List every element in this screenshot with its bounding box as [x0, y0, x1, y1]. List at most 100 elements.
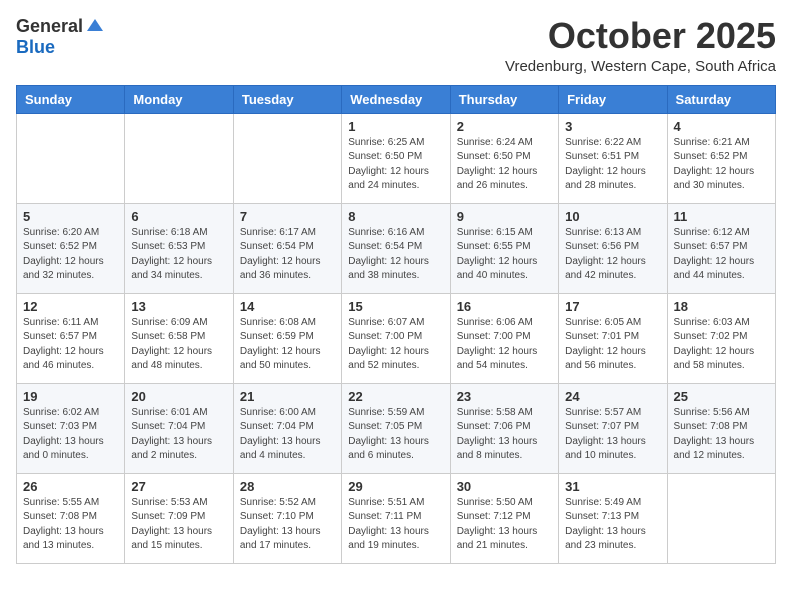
month-title: October 2025 — [505, 16, 776, 56]
table-row: 28Sunrise: 5:52 AM Sunset: 7:10 PM Dayli… — [233, 473, 341, 563]
day-info: Sunrise: 5:50 AM Sunset: 7:12 PM Dayligh… — [457, 496, 552, 554]
day-info: Sunrise: 6:12 AM Sunset: 6:57 PM Dayligh… — [674, 226, 769, 284]
day-number: 5 — [23, 209, 118, 224]
day-number: 12 — [23, 299, 118, 314]
table-row: 26Sunrise: 5:55 AM Sunset: 7:08 PM Dayli… — [17, 473, 125, 563]
day-info: Sunrise: 6:24 AM Sunset: 6:50 PM Dayligh… — [457, 136, 552, 194]
table-row: 30Sunrise: 5:50 AM Sunset: 7:12 PM Dayli… — [450, 473, 558, 563]
day-number: 17 — [565, 299, 660, 314]
logo-blue: Blue — [16, 37, 55, 57]
day-number: 8 — [348, 209, 443, 224]
table-row — [17, 113, 125, 203]
weekday-header-friday: Friday — [559, 85, 667, 113]
calendar-row-4: 26Sunrise: 5:55 AM Sunset: 7:08 PM Dayli… — [17, 473, 776, 563]
day-info: Sunrise: 6:05 AM Sunset: 7:01 PM Dayligh… — [565, 316, 660, 374]
day-info: Sunrise: 6:07 AM Sunset: 7:00 PM Dayligh… — [348, 316, 443, 374]
table-row: 10 Sunrise: 6:13 AM Sunset: 6:56 PM Dayli… — [559, 203, 667, 293]
weekday-header-monday: Monday — [125, 85, 233, 113]
table-row — [667, 473, 775, 563]
day-info: Sunrise: 6:16 AM Sunset: 6:54 PM Dayligh… — [348, 226, 443, 284]
day-number: 9 — [457, 209, 552, 224]
calendar-row-0: 1Sunrise: 6:25 AM Sunset: 6:50 PM Daylig… — [17, 113, 776, 203]
day-info: Sunrise: 6:09 AM Sunset: 6:58 PM Dayligh… — [131, 316, 226, 374]
weekday-header-tuesday: Tuesday — [233, 85, 341, 113]
day-number: 11 — [674, 209, 769, 224]
day-number: 20 — [131, 389, 226, 404]
calendar: SundayMondayTuesdayWednesdayThursdayFrid… — [16, 85, 776, 564]
day-number: 27 — [131, 479, 226, 494]
table-row: 11 Sunrise: 6:12 AM Sunset: 6:57 PM Dayli… — [667, 203, 775, 293]
day-info: Sunrise: 6:13 AM Sunset: 6:56 PM Dayligh… — [565, 226, 660, 284]
logo-general: General — [16, 16, 83, 37]
day-info: Sunrise: 6:25 AM Sunset: 6:50 PM Dayligh… — [348, 136, 443, 194]
weekday-header-saturday: Saturday — [667, 85, 775, 113]
weekday-header-sunday: Sunday — [17, 85, 125, 113]
header: General Blue October 2025 Vredenburg, We… — [16, 16, 776, 75]
table-row — [233, 113, 341, 203]
table-row: 15 Sunrise: 6:07 AM Sunset: 7:00 PM Dayli… — [342, 293, 450, 383]
logo-icon — [85, 17, 105, 37]
day-number: 29 — [348, 479, 443, 494]
table-row: 14 Sunrise: 6:08 AM Sunset: 6:59 PM Dayli… — [233, 293, 341, 383]
calendar-row-2: 12 Sunrise: 6:11 AM Sunset: 6:57 PM Dayli… — [17, 293, 776, 383]
day-number: 14 — [240, 299, 335, 314]
day-info: Sunrise: 5:49 AM Sunset: 7:13 PM Dayligh… — [565, 496, 660, 554]
day-number: 4 — [674, 119, 769, 134]
table-row: 8 Sunrise: 6:16 AM Sunset: 6:54 PM Daylig… — [342, 203, 450, 293]
table-row: 12 Sunrise: 6:11 AM Sunset: 6:57 PM Dayli… — [17, 293, 125, 383]
day-number: 16 — [457, 299, 552, 314]
day-number: 10 — [565, 209, 660, 224]
logo: General Blue — [16, 16, 105, 58]
day-info: Sunrise: 5:58 AM Sunset: 7:06 PM Dayligh… — [457, 406, 552, 464]
day-info: Sunrise: 6:22 AM Sunset: 6:51 PM Dayligh… — [565, 136, 660, 194]
day-number: 2 — [457, 119, 552, 134]
table-row: 23 Sunrise: 5:58 AM Sunset: 7:06 PM Dayli… — [450, 383, 558, 473]
day-info: Sunrise: 5:53 AM Sunset: 7:09 PM Dayligh… — [131, 496, 226, 554]
day-info: Sunrise: 5:57 AM Sunset: 7:07 PM Dayligh… — [565, 406, 660, 464]
day-info: Sunrise: 6:06 AM Sunset: 7:00 PM Dayligh… — [457, 316, 552, 374]
table-row: 13 Sunrise: 6:09 AM Sunset: 6:58 PM Dayli… — [125, 293, 233, 383]
day-number: 19 — [23, 389, 118, 404]
table-row: 6 Sunrise: 6:18 AM Sunset: 6:53 PM Daylig… — [125, 203, 233, 293]
table-row: 17 Sunrise: 6:05 AM Sunset: 7:01 PM Dayli… — [559, 293, 667, 383]
day-number: 15 — [348, 299, 443, 314]
title-area: October 2025 Vredenburg, Western Cape, S… — [505, 16, 776, 75]
day-info: Sunrise: 6:15 AM Sunset: 6:55 PM Dayligh… — [457, 226, 552, 284]
day-info: Sunrise: 5:56 AM Sunset: 7:08 PM Dayligh… — [674, 406, 769, 464]
day-number: 28 — [240, 479, 335, 494]
day-info: Sunrise: 6:03 AM Sunset: 7:02 PM Dayligh… — [674, 316, 769, 374]
calendar-row-3: 19Sunrise: 6:02 AM Sunset: 7:03 PM Dayli… — [17, 383, 776, 473]
table-row: 21 Sunrise: 6:00 AM Sunset: 7:04 PM Dayli… — [233, 383, 341, 473]
calendar-row-1: 5 Sunrise: 6:20 AM Sunset: 6:52 PM Daylig… — [17, 203, 776, 293]
day-number: 7 — [240, 209, 335, 224]
day-info: Sunrise: 6:00 AM Sunset: 7:04 PM Dayligh… — [240, 406, 335, 464]
day-number: 3 — [565, 119, 660, 134]
day-info: Sunrise: 6:08 AM Sunset: 6:59 PM Dayligh… — [240, 316, 335, 374]
day-number: 26 — [23, 479, 118, 494]
day-number: 21 — [240, 389, 335, 404]
table-row: 4 Sunrise: 6:21 AM Sunset: 6:52 PM Daylig… — [667, 113, 775, 203]
table-row: 1Sunrise: 6:25 AM Sunset: 6:50 PM Daylig… — [342, 113, 450, 203]
subtitle: Vredenburg, Western Cape, South Africa — [505, 58, 776, 75]
table-row: 2 Sunrise: 6:24 AM Sunset: 6:50 PM Daylig… — [450, 113, 558, 203]
day-info: Sunrise: 5:51 AM Sunset: 7:11 PM Dayligh… — [348, 496, 443, 554]
day-info: Sunrise: 6:17 AM Sunset: 6:54 PM Dayligh… — [240, 226, 335, 284]
day-info: Sunrise: 6:21 AM Sunset: 6:52 PM Dayligh… — [674, 136, 769, 194]
table-row: 7 Sunrise: 6:17 AM Sunset: 6:54 PM Daylig… — [233, 203, 341, 293]
day-info: Sunrise: 6:11 AM Sunset: 6:57 PM Dayligh… — [23, 316, 118, 374]
day-info: Sunrise: 6:01 AM Sunset: 7:04 PM Dayligh… — [131, 406, 226, 464]
day-info: Sunrise: 6:18 AM Sunset: 6:53 PM Dayligh… — [131, 226, 226, 284]
day-info: Sunrise: 5:59 AM Sunset: 7:05 PM Dayligh… — [348, 406, 443, 464]
day-number: 13 — [131, 299, 226, 314]
table-row: 29 Sunrise: 5:51 AM Sunset: 7:11 PM Dayli… — [342, 473, 450, 563]
table-row — [125, 113, 233, 203]
day-number: 23 — [457, 389, 552, 404]
day-info: Sunrise: 6:20 AM Sunset: 6:52 PM Dayligh… — [23, 226, 118, 284]
table-row: 5 Sunrise: 6:20 AM Sunset: 6:52 PM Daylig… — [17, 203, 125, 293]
day-number: 22 — [348, 389, 443, 404]
day-number: 6 — [131, 209, 226, 224]
day-number: 24 — [565, 389, 660, 404]
weekday-header-wednesday: Wednesday — [342, 85, 450, 113]
table-row: 25 Sunrise: 5:56 AM Sunset: 7:08 PM Dayli… — [667, 383, 775, 473]
day-number: 25 — [674, 389, 769, 404]
